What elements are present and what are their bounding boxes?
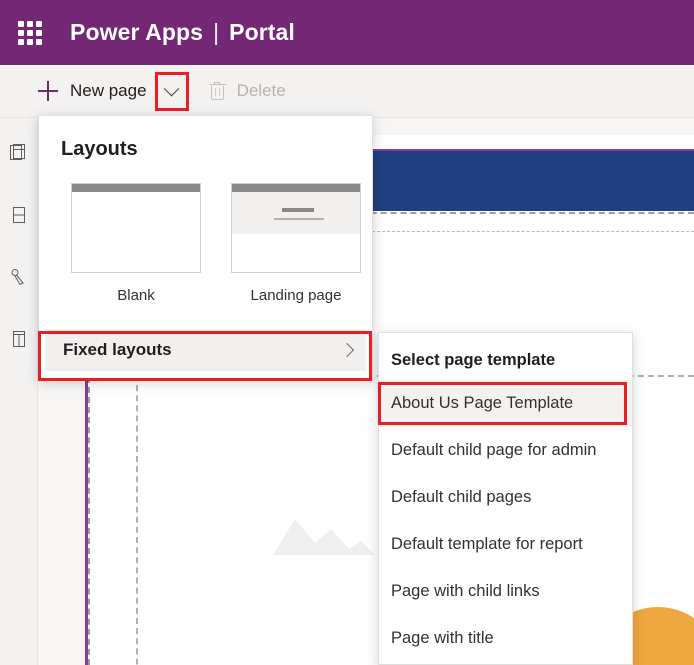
new-page-button[interactable]: New page xyxy=(0,65,155,117)
pages-tree-icon xyxy=(9,144,25,160)
area-name: Portal xyxy=(229,19,295,45)
submenu-header: Select page template xyxy=(391,351,556,369)
product-name: Power Apps xyxy=(70,19,204,45)
menu-item-default-child-pages[interactable]: Default child pages xyxy=(379,474,632,521)
brand-title: Power Apps | Portal xyxy=(70,19,295,46)
layout-cards-row: Blank Landing page xyxy=(39,161,372,304)
app-root: Power Apps | Portal New page Delete Layo… xyxy=(0,0,694,665)
fixed-layouts-label: Fixed layouts xyxy=(63,340,172,359)
layouts-panel-title: Layouts xyxy=(61,138,138,160)
new-page-dropdown-button[interactable] xyxy=(157,74,187,108)
fixed-layouts-row[interactable]: Fixed layouts xyxy=(45,329,366,371)
templates-icon xyxy=(12,331,25,347)
menu-item-about-us-page-template[interactable]: About Us Page Template xyxy=(379,380,632,427)
app-launcher-grid-icon[interactable] xyxy=(15,18,45,48)
delete-label: Delete xyxy=(236,81,286,100)
sidebar-item-theme[interactable] xyxy=(4,262,34,292)
delete-button: Delete xyxy=(201,65,294,117)
landing-page-layout-thumb xyxy=(231,183,361,273)
chevron-right-icon xyxy=(339,342,355,358)
page-template-submenu: Select page template About Us Page Templ… xyxy=(378,332,633,665)
sidebar-item-components[interactable] xyxy=(4,200,34,230)
blank-layout-thumb xyxy=(71,183,201,273)
left-icon-rail xyxy=(0,118,38,665)
brand-separator: | xyxy=(213,19,220,45)
components-icon xyxy=(12,207,25,223)
layouts-flyout-panel: Layouts Blank Landing page Fixed layouts xyxy=(38,115,373,380)
layout-card-blank[interactable]: Blank xyxy=(71,183,201,304)
layout-card-landing-page[interactable]: Landing page xyxy=(231,183,361,304)
plus-icon xyxy=(38,81,58,101)
menu-item-default-template-for-report[interactable]: Default template for report xyxy=(379,521,632,568)
app-header-bar: Power Apps | Portal xyxy=(0,0,694,65)
menu-item-page-with-child-links[interactable]: Page with child links xyxy=(379,568,632,615)
trash-icon xyxy=(208,81,226,101)
new-page-label: New page xyxy=(70,81,147,100)
layout-card-landing-page-label: Landing page xyxy=(250,287,342,304)
sidebar-item-pages[interactable] xyxy=(4,138,34,168)
sidebar-item-templates[interactable] xyxy=(4,324,34,354)
layout-card-blank-label: Blank xyxy=(117,287,155,304)
menu-item-default-child-page-for-admin[interactable]: Default child page for admin xyxy=(379,427,632,474)
theme-brush-icon xyxy=(11,269,24,286)
command-toolbar: New page Delete xyxy=(0,65,694,118)
menu-item-page-with-title[interactable]: Page with title xyxy=(379,615,632,662)
chevron-down-icon xyxy=(163,80,180,96)
